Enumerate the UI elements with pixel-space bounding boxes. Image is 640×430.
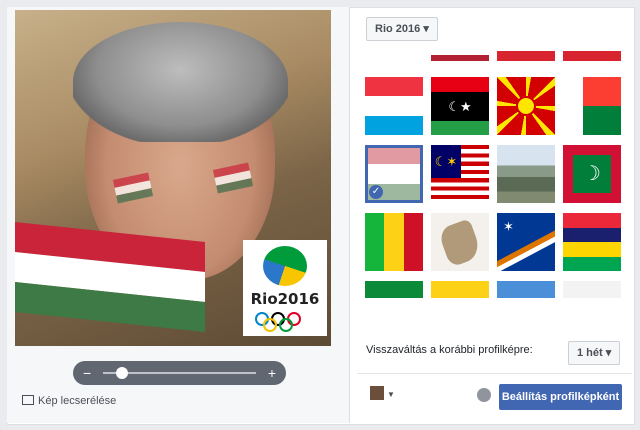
photo-icon [22, 395, 34, 405]
flag-partial-2[interactable] [431, 51, 489, 61]
flag-map[interactable] [431, 213, 489, 271]
flag-landscape[interactable] [497, 145, 555, 203]
frame-grid[interactable]: ☾★ ✓ ☾✶ ☽ ✶ [365, 51, 623, 298]
zoom-thumb[interactable] [116, 367, 128, 379]
change-photo-link[interactable]: Kép lecserélése [22, 395, 116, 407]
zoom-slider[interactable]: − + [73, 361, 286, 385]
change-photo-label: Kép lecserélése [38, 395, 117, 407]
flag-luxembourg[interactable] [365, 77, 423, 135]
flag-partial-5[interactable] [365, 281, 423, 298]
caret-down-icon[interactable]: ▼ [387, 390, 395, 399]
zoom-in-button[interactable]: + [268, 364, 276, 382]
caret-down-icon: ▾ [423, 23, 429, 35]
flag-partial-4[interactable] [563, 51, 621, 61]
flag-mali[interactable] [365, 213, 423, 271]
globe-icon[interactable] [477, 388, 491, 402]
flag-partial-6[interactable] [431, 281, 489, 298]
flag-maldives[interactable]: ☽ [563, 145, 621, 203]
footer-separator [357, 373, 632, 374]
flag-madagascar[interactable] [563, 77, 621, 135]
selected-check-icon: ✓ [369, 185, 383, 199]
rio-emblem-icon [263, 246, 307, 286]
flag-partial-7[interactable] [497, 281, 555, 298]
frame-category-dropdown[interactable]: Rio 2016 ▾ [366, 17, 438, 41]
flag-partial-8[interactable] [563, 281, 621, 298]
set-profile-picture-button[interactable]: Beállítás profilképként [499, 384, 622, 410]
flag-libya[interactable]: ☾★ [431, 77, 489, 135]
revert-duration-label: 1 hét [577, 347, 603, 359]
hair [73, 22, 288, 142]
flag-malaysia[interactable]: ☾✶ [431, 145, 489, 203]
rio-2016-logo: Rio2016 [243, 240, 327, 336]
flag-mauritius[interactable] [563, 213, 621, 271]
flag-partial-3[interactable] [497, 51, 555, 61]
revert-duration-dropdown[interactable]: 1 hét ▾ [568, 341, 621, 365]
olympic-rings-icon [255, 312, 315, 332]
dropdown-label: Rio 2016 [375, 23, 421, 35]
avatar[interactable] [370, 386, 384, 400]
caret-down-icon: ▾ [605, 347, 612, 359]
revert-label: Visszaváltás a korábbi profilképre: [366, 344, 533, 356]
flag-macedonia[interactable] [497, 77, 555, 135]
rio-logo-text: Rio2016 [250, 290, 320, 308]
zoom-out-button[interactable]: − [83, 364, 91, 382]
flag-hungary[interactable]: ✓ [365, 145, 423, 203]
profile-photo-preview[interactable]: Rio2016 [15, 10, 331, 346]
flag-marshall-islands[interactable]: ✶ [497, 213, 555, 271]
flag-partial-1[interactable] [365, 51, 423, 61]
